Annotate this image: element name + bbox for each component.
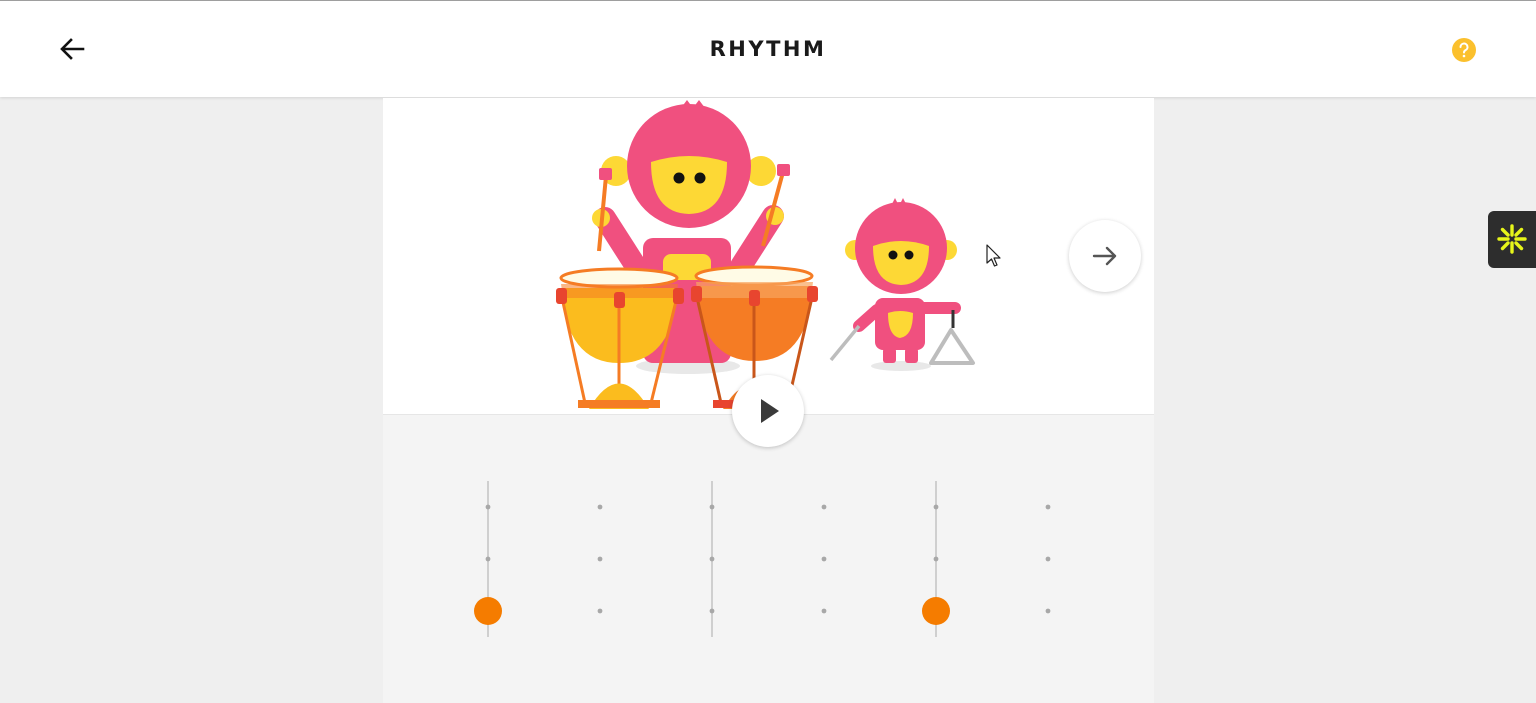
grid-cell[interactable] (485, 556, 491, 562)
grid-cell[interactable] (597, 608, 603, 614)
play-button[interactable] (732, 375, 804, 447)
rhythm-sequencer-grid[interactable] (383, 414, 1154, 703)
play-icon (761, 399, 779, 423)
grid-cell[interactable] (821, 608, 827, 614)
triangle-monkey (829, 198, 975, 371)
next-button[interactable] (1069, 220, 1141, 292)
help-circle-icon (1452, 38, 1476, 62)
grid-cell[interactable] (485, 504, 491, 510)
grid-cell[interactable] (709, 556, 715, 562)
grid-cell[interactable] (1045, 556, 1051, 562)
arrow-right-icon (1092, 246, 1117, 266)
grid-cell[interactable] (933, 504, 939, 510)
mouse-cursor-icon (986, 244, 1001, 267)
active-note[interactable] (474, 597, 502, 625)
sequencer-canvas[interactable] (383, 415, 1154, 703)
side-widget-button[interactable] (1488, 211, 1536, 268)
help-button[interactable] (1450, 36, 1478, 64)
grid-cell[interactable] (597, 504, 603, 510)
grid-cell[interactable] (1045, 504, 1051, 510)
band-illustration (556, 100, 975, 409)
grid-cell[interactable] (709, 608, 715, 614)
grid-cell[interactable] (821, 504, 827, 510)
grid-cell[interactable] (709, 504, 715, 510)
grid-cell[interactable] (821, 556, 827, 562)
stage-panel (383, 98, 1154, 414)
active-note[interactable] (922, 597, 950, 625)
grid-cell[interactable] (1045, 608, 1051, 614)
grid-cell[interactable] (933, 556, 939, 562)
page-title: RHYTHM (709, 37, 827, 61)
grid-cell[interactable] (597, 556, 603, 562)
top-bar: RHYTHM (0, 0, 1536, 97)
asterisk-icon (1497, 224, 1527, 254)
